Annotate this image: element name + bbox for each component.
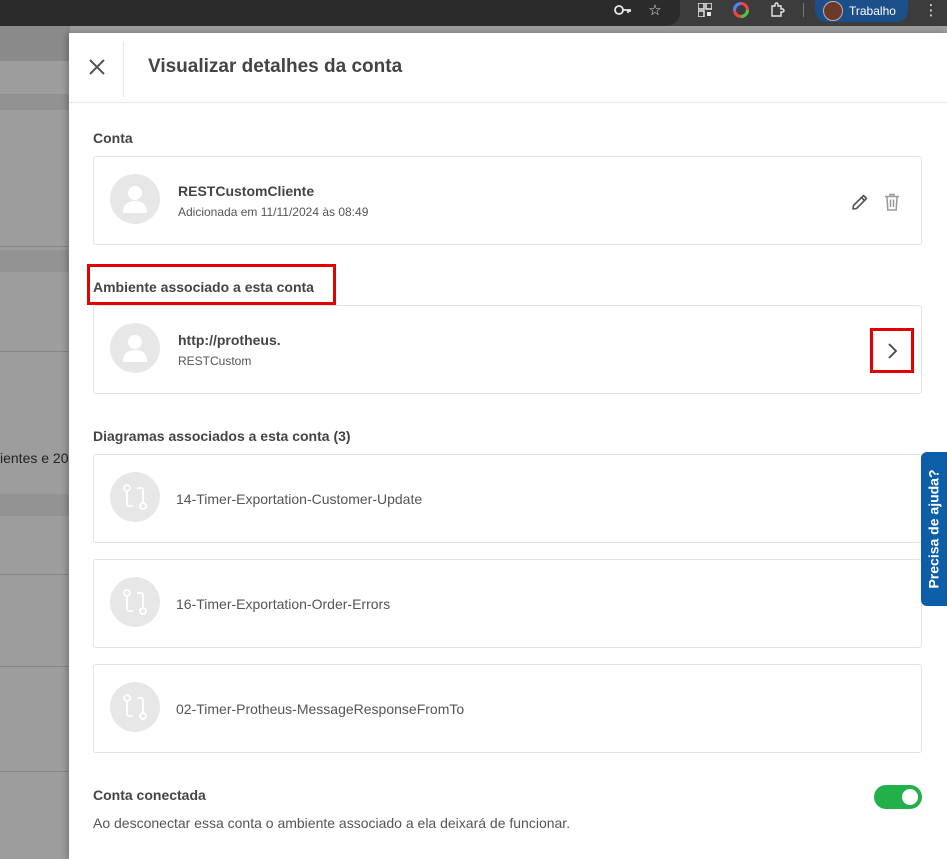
diagram-card[interactable]: 02-Timer-Protheus-MessageResponseFromTo — [93, 664, 922, 753]
diagrams-section-title: Diagramas associados a esta conta (3) — [93, 428, 351, 444]
account-added-date: Adicionada em 11/11/2024 às 08:49 — [178, 205, 369, 219]
diagram-card[interactable]: 16-Timer-Exportation-Order-Errors — [93, 559, 922, 648]
flow-diagram-icon — [123, 484, 147, 510]
user-icon — [123, 335, 147, 362]
bookmark-star-icon[interactable]: ☆ — [645, 0, 665, 20]
connected-description: Ao desconectar essa conta o ambiente ass… — [93, 815, 571, 831]
flow-diagram-icon — [123, 589, 147, 615]
bg-header-block — [0, 26, 70, 61]
account-card: RESTCustomCliente Adicionada em 11/11/20… — [93, 156, 922, 245]
account-avatar — [110, 174, 160, 224]
edit-account-button[interactable] — [848, 190, 872, 214]
environment-avatar — [110, 323, 160, 373]
drawer-title: Visualizar detalhes da conta — [148, 56, 403, 77]
bg-divider — [0, 351, 70, 352]
pencil-icon — [852, 194, 868, 210]
diagram-card[interactable]: 14-Timer-Exportation-Customer-Update — [93, 454, 922, 543]
bg-divider — [0, 771, 70, 772]
open-environment-button[interactable] — [880, 339, 904, 363]
account-details-drawer: Visualizar detalhes da conta Conta RESTC… — [69, 33, 947, 859]
environment-account: RESTCustom — [178, 354, 252, 368]
delete-account-button[interactable] — [880, 190, 904, 214]
account-connected-toggle[interactable] — [874, 785, 922, 809]
chevron-right-icon — [888, 343, 898, 359]
connected-section-title: Conta conectada — [93, 787, 206, 803]
help-tab-label: Precisa de ajuda? — [926, 469, 942, 589]
bg-divider — [0, 574, 70, 575]
bg-block — [0, 494, 70, 516]
color-extension-icon[interactable] — [731, 0, 751, 20]
flow-diagram-icon — [123, 694, 147, 720]
close-button[interactable] — [83, 51, 111, 83]
profile-button[interactable]: Trabalho — [815, 0, 908, 22]
help-tab[interactable]: Precisa de ajuda? — [921, 452, 947, 606]
profile-avatar — [823, 1, 843, 21]
account-name: RESTCustomCliente — [178, 183, 315, 199]
diagram-avatar — [110, 682, 160, 732]
toggle-knob — [902, 789, 918, 805]
header-divider — [123, 41, 124, 97]
diagram-name: 14-Timer-Exportation-Customer-Update — [176, 491, 423, 507]
bg-block — [0, 250, 70, 272]
user-icon — [123, 186, 147, 213]
diagram-avatar — [110, 577, 160, 627]
bg-block — [0, 94, 70, 110]
environment-section-title: Ambiente associado a esta conta — [93, 279, 314, 295]
environment-card[interactable]: http://protheus. RESTCustom — [93, 305, 922, 394]
drawer-header: Visualizar detalhes da conta — [69, 33, 947, 103]
bg-divider — [0, 246, 70, 247]
extensions-puzzle-icon[interactable] — [767, 0, 787, 20]
browser-tabstrip — [0, 0, 680, 26]
account-section-title: Conta — [93, 130, 133, 146]
environment-url: http://protheus. — [178, 332, 281, 348]
qr-code-icon[interactable] — [695, 0, 715, 20]
diagram-avatar — [110, 472, 160, 522]
trash-icon — [885, 193, 899, 211]
bg-partial-text: ientes e 20 — [0, 450, 69, 466]
background-page: ientes e 20 — [0, 26, 70, 859]
diagram-name: 16-Timer-Exportation-Order-Errors — [176, 596, 391, 612]
browser-menu-icon[interactable]: ⋮ — [921, 0, 941, 20]
toolbar-divider — [803, 3, 804, 17]
password-key-icon[interactable] — [613, 0, 633, 20]
profile-label: Trabalho — [849, 4, 896, 18]
browser-toolbar: ☆ Trabalho ⋮ — [0, 0, 947, 26]
bg-divider — [0, 666, 70, 667]
close-icon — [89, 59, 105, 75]
diagram-name: 02-Timer-Protheus-MessageResponseFromTo — [176, 701, 465, 717]
